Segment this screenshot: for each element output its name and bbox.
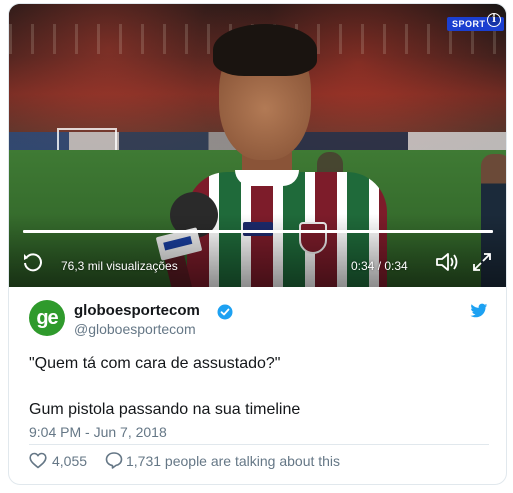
like-count[interactable]: 4,055 [52, 453, 87, 469]
player-hair [213, 24, 317, 76]
info-icon[interactable]: i [487, 13, 501, 27]
conversation-count[interactable]: 1,731 people are talking about this [126, 453, 340, 469]
tweet-text-line-2: Gum pistola passando na sua timeline [29, 401, 301, 418]
replay-icon[interactable] [22, 251, 44, 273]
tweet-text-line-1: "Quem tá com cara de assustado?" [29, 355, 281, 372]
fullscreen-icon[interactable] [471, 251, 493, 273]
verified-icon [217, 304, 233, 320]
view-count: 76,3 mil visualizações [61, 259, 178, 273]
controls-shade [9, 214, 506, 287]
tweet-embed-card: SPORT i 76,3 mil visualizações 0:34 / 0:… [8, 3, 507, 485]
reply-icon[interactable] [105, 451, 123, 469]
divider [29, 444, 489, 445]
tweet-timestamp[interactable]: 9:04 PM - Jun 7, 2018 [29, 424, 167, 440]
author-handle[interactable]: @globoesportecom [74, 321, 196, 337]
volume-icon[interactable] [435, 251, 459, 273]
video-time: 0:34 / 0:34 [351, 259, 408, 273]
shirt-collar [235, 170, 299, 186]
author-avatar[interactable]: ge [29, 300, 65, 336]
author-name[interactable]: globoesportecom [74, 302, 200, 319]
progress-bar[interactable] [23, 230, 493, 233]
twitter-bird-icon[interactable] [470, 303, 488, 319]
heart-icon[interactable] [29, 452, 47, 469]
goal-post [57, 128, 117, 150]
video-player[interactable]: SPORT i 76,3 mil visualizações 0:34 / 0:… [9, 4, 506, 287]
